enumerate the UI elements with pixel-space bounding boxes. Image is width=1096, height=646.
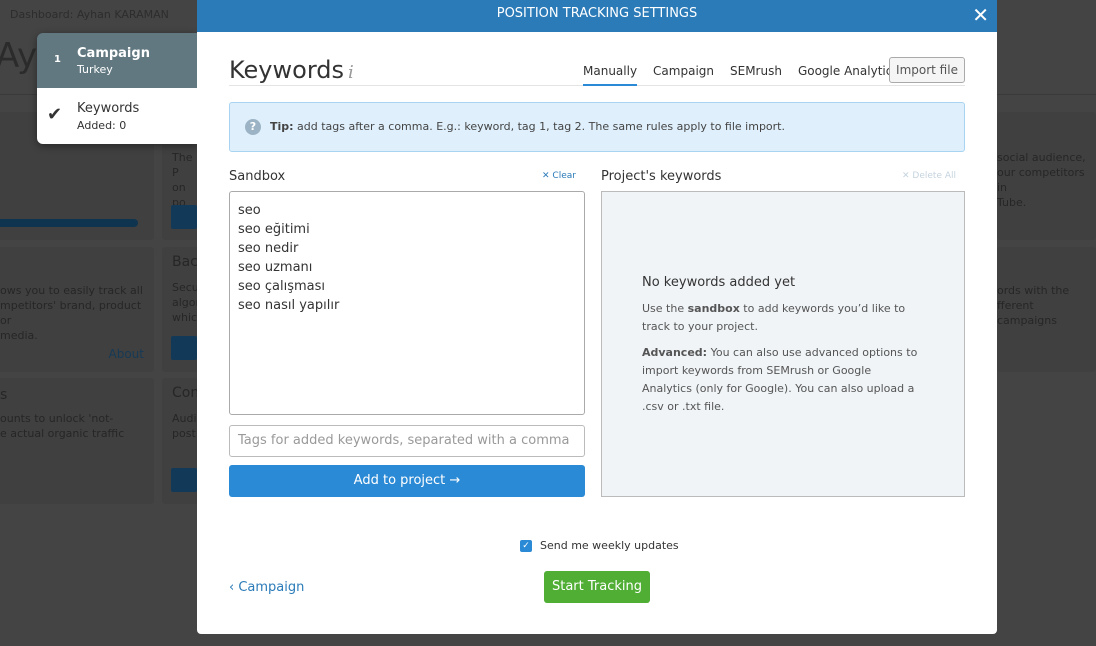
tab-google-analytics[interactable]: Google Analytics (798, 56, 899, 86)
import-file-button[interactable]: Import file (889, 57, 965, 83)
card-text: ounts to unlock 'not- (0, 412, 114, 425)
card-text: mpetitors' brand, product or (0, 299, 142, 327)
advanced-text: Advanced: You can also use advanced opti… (642, 344, 924, 416)
chevron-left-icon: ‹ (229, 580, 239, 595)
x-icon: ✕ (902, 171, 913, 181)
x-icon: ✕ (542, 171, 553, 181)
question-icon: ? (245, 119, 261, 135)
step-subtitle: Turkey (77, 63, 113, 76)
keywords-heading: Keywords i (229, 56, 354, 84)
sandbox-label: Sandbox (229, 169, 286, 184)
card-title: s (0, 387, 8, 403)
page-title: Ay (0, 36, 38, 76)
check-icon: ✔ (47, 104, 63, 125)
project-keywords-label: Project's keywords (601, 169, 722, 184)
progress-bar (0, 219, 138, 227)
bg-card: ords with the fferent campaigns (997, 247, 1096, 372)
bg-card: ows you to easily track all mpetitors' b… (0, 247, 154, 372)
wrench-icon (171, 468, 197, 492)
wrench-icon (171, 205, 197, 229)
card-text: social audience, (997, 151, 1086, 164)
about-link: About (108, 347, 144, 361)
link-label: Campaign (238, 580, 305, 595)
tab-semrush[interactable]: SEMrush (730, 56, 782, 86)
step-keywords[interactable]: ✔ Keywords Added: 0 (37, 88, 197, 144)
source-tabs: Manually Campaign SEMrush Google Analyti… (583, 56, 899, 86)
tip-text: add tags after a comma. E.g.: keyword, t… (293, 120, 785, 133)
card-text: ows you to easily track all (0, 284, 143, 297)
card-text: fferent campaigns (997, 299, 1057, 327)
heading-text: Keywords (229, 56, 345, 84)
text: Use the (642, 302, 688, 315)
position-tracking-modal: POSITION TRACKING SETTINGS ✕ Keywords i M… (197, 0, 997, 634)
checkbox-checked-icon[interactable]: ✓ (520, 539, 532, 552)
step-number: 1 (54, 54, 61, 65)
button-label: Add to project (353, 473, 446, 488)
empty-text: Use the sandbox to add keywords you’d li… (642, 300, 924, 336)
close-icon[interactable]: ✕ (972, 1, 989, 29)
keyword-line: seo uzmanı (238, 260, 313, 275)
checkbox-label: Send me weekly updates (540, 539, 679, 552)
card-text: our competitors in (997, 166, 1085, 194)
keyword-line: seo çalışması (238, 279, 325, 294)
tags-input[interactable]: Tags for added keywords, separated with … (229, 425, 585, 457)
keyword-line: seo nasıl yapılır (238, 298, 340, 313)
weekly-updates-checkbox[interactable]: ✓ Send me weekly updates (520, 539, 679, 552)
wizard-steps: 1 Campaign Turkey ✔ Keywords Added: 0 (37, 33, 197, 144)
tab-manually[interactable]: Manually (583, 56, 638, 86)
card-text: e actual organic traffic (0, 427, 125, 440)
keyword-line: seo nedir (238, 241, 299, 256)
bg-card: s ounts to unlock 'not- e actual organic… (0, 378, 154, 504)
wrench-icon (171, 336, 197, 360)
card-text: Tube. (997, 196, 1027, 209)
tip-box: ? Tip: add tags after a comma. E.g.: key… (229, 102, 965, 152)
card-text: media. (0, 329, 38, 342)
modal-title: POSITION TRACKING SETTINGS (496, 6, 698, 21)
card-text: ords with the (997, 284, 1070, 297)
empty-title: No keywords added yet (642, 275, 796, 290)
clear-label: Clear (552, 171, 576, 181)
keyword-line: seo (238, 203, 261, 218)
delete-all-label: Delete All (912, 171, 956, 181)
text-bold: sandbox (687, 302, 740, 315)
sandbox-textarea[interactable]: seo seo eğitimi seo nedir seo uzmanı seo… (229, 191, 585, 415)
back-to-campaign-link[interactable]: ‹ Campaign (229, 580, 304, 595)
bg-card: social audience, our competitors in Tube… (997, 112, 1096, 240)
start-tracking-button[interactable]: Start Tracking (544, 571, 650, 603)
modal-header: POSITION TRACKING SETTINGS ✕ (197, 0, 997, 32)
breadcrumb: Dashboard: Ayhan KARAMAN (10, 8, 169, 21)
add-to-project-button[interactable]: Add to project → (229, 465, 585, 497)
text-bold: Advanced: (642, 346, 708, 359)
clear-button[interactable]: ✕ Clear (542, 171, 576, 181)
project-keywords-panel: No keywords added yet Use the sandbox to… (601, 191, 965, 497)
step-title: Campaign (77, 46, 150, 61)
arrow-right-icon: → (449, 473, 461, 488)
tip-label: Tip: (270, 120, 294, 133)
keyword-line: seo eğitimi (238, 222, 310, 237)
step-subtitle: Added: 0 (77, 119, 127, 132)
info-icon[interactable]: i (348, 62, 354, 83)
tab-campaign[interactable]: Campaign (653, 56, 714, 86)
delete-all-button[interactable]: ✕ Delete All (902, 171, 956, 181)
step-campaign[interactable]: 1 Campaign Turkey (37, 33, 197, 88)
step-title: Keywords (77, 101, 140, 116)
